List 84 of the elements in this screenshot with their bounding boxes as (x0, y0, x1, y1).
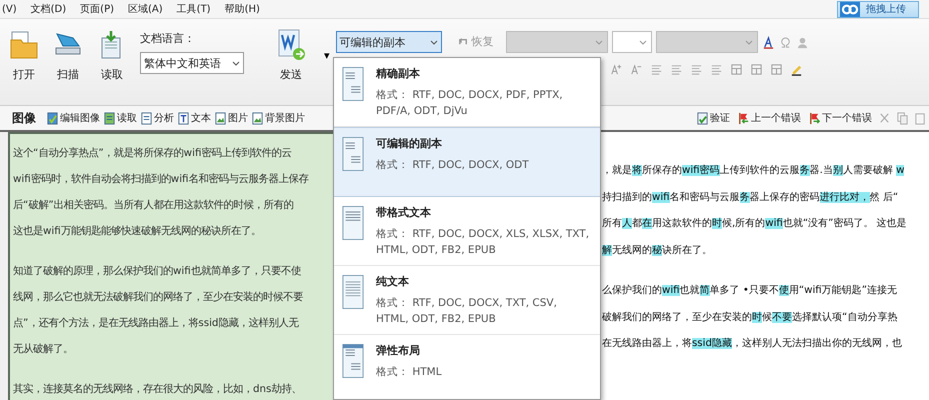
language-select[interactable]: 繁体中文和英语 (140, 52, 244, 74)
image-text-line: 后“破解”出相关密码。当所有人都在用这款软件的时候，所有的 (13, 198, 295, 213)
image-text-line: 点”，还有个方法，是在无线路由器上，将ssid隐藏，这样别人无 (13, 316, 300, 331)
person-icon[interactable] (796, 36, 809, 48)
image-text-line: 线网，那么它也就无法破解我们的网络了，至少在安装的时候不要 (13, 290, 304, 305)
send-button[interactable]: 发送 (266, 27, 316, 84)
format-menu-item[interactable]: 纯文本 格式： RTF, DOC, DOCX, TXT, CSV, HTML, ODT, FB2, EPUB (334, 266, 600, 335)
align-icon[interactable] (710, 63, 723, 76)
font-style-icon[interactable] (762, 36, 775, 48)
text-line: 所有人都在用这款软件的时候,所有的wifi也就“没有”密码了。 这也是 (602, 216, 908, 231)
menu-item[interactable]: 文档(D) (30, 2, 66, 16)
plain-document-icon (342, 274, 364, 310)
text-line: 解无线网的秘诀所在了。 (602, 244, 713, 258)
text-line: ，就是将所保存的wifi密码上传到软件的云服务器.当别人需要破解 w (602, 164, 906, 178)
undo-icon (458, 36, 469, 47)
text-line: 在无线路由器上，将ssid隐藏，这样别人无法扫描出你的无线网，也 (602, 336, 903, 351)
flag-left-icon (737, 112, 750, 124)
paste-icon[interactable] (914, 112, 927, 124)
menu-item[interactable]: 区域(A) (128, 2, 163, 16)
menu-item[interactable]: 工具(T) (176, 2, 211, 16)
image-text-line: 知道了破解的原理，那么保护我们的wifi也就简单多了，只要不使 (13, 264, 302, 279)
chevron-icon (638, 40, 647, 44)
pane-title: 图像 (12, 110, 36, 126)
upload-button[interactable]: 拖拽上传 (837, 0, 919, 18)
pencil-icon[interactable] (790, 63, 803, 76)
text-line: 持扫描到的wifi名和密码与云服务器上保存的密码进行比对，然 后“ (602, 190, 900, 204)
menu-item[interactable]: 帮助(H) (224, 2, 260, 16)
cut-icon[interactable] (878, 112, 891, 124)
text-line: 么保护我们的wifi也就简单多了 •只要不使用“wifi万能钥匙”连接无 (602, 284, 898, 298)
analyze-icon (140, 112, 153, 124)
chevron-icon (430, 40, 438, 44)
shrink-font-icon[interactable] (630, 63, 643, 76)
toolbar-button[interactable]: 验证 (695, 111, 731, 125)
copy-icon[interactable] (896, 112, 909, 124)
word-document-icon (276, 29, 306, 61)
read-icon (103, 112, 116, 124)
chevron-icon (744, 40, 753, 44)
edit-image-icon (46, 112, 59, 124)
toolbar-button[interactable]: 分析 (139, 111, 175, 125)
toolbar-button[interactable]: 扫描 (46, 27, 90, 84)
image-text-line: 其实，连接莫名的无线网络，存在很大的风险，比如，dns劫持、 (13, 382, 302, 397)
format-menu-item[interactable]: 可编辑的副本 格式： RTF, DOC, DOCX, ODT (334, 127, 600, 197)
layout-document-icon (342, 343, 364, 379)
save-format-select[interactable]: 可编辑的副本 (336, 31, 442, 53)
align-icon[interactable] (650, 63, 663, 76)
layout-document-icon (342, 205, 364, 241)
toolbar-button[interactable]: 背景图片 (250, 111, 306, 125)
check-document-icon (696, 112, 709, 124)
chevron-icon (232, 60, 240, 66)
image-text-line: 无从破解了。 (13, 342, 74, 357)
format-menu-item[interactable]: 带格式文本 格式： RTF, DOC, DOCX, XLS, XLSX, TXT, HTML, ODT, FB2, EPUB (334, 197, 600, 266)
send-menu-button[interactable]: ▾ (324, 49, 330, 62)
picture-frame-icon (214, 112, 227, 124)
menu-item[interactable]: (V) (2, 4, 17, 14)
layout-document-icon (342, 136, 364, 172)
image-text-line: 这也是wifi万能钥匙能够快速破解无线网的秘诀所在了。 (13, 224, 262, 239)
toolbar-button[interactable]: 文本 (176, 111, 212, 125)
font-select[interactable] (506, 31, 608, 53)
table-icon[interactable] (770, 63, 783, 76)
text-line: 破解我们的网络了，至少在安装的时候不要选择默认项“自动分享热 (602, 310, 898, 324)
language-label: 文档语言： (140, 31, 196, 46)
table-icon[interactable] (750, 63, 763, 76)
size-select[interactable] (612, 31, 652, 53)
toolbar-button[interactable]: 下一个错误 (807, 111, 873, 125)
toolbar-button[interactable]: 读取 (90, 27, 134, 84)
align-icon[interactable] (670, 63, 683, 76)
table-icon[interactable] (730, 63, 743, 76)
image-text-line: wifi密码时，软件自动会将扫描到的wifi名和密码与云服务器上保存 (13, 172, 310, 187)
toolbar-button[interactable]: 读取 (102, 111, 138, 125)
background-picture-icon (251, 112, 264, 124)
text-frame-icon (177, 112, 190, 124)
grow-font-icon[interactable] (610, 63, 623, 76)
folder-icon (9, 29, 39, 61)
layout-document-icon (342, 66, 364, 102)
toolbar-button[interactable]: 上一个错误 (736, 111, 802, 125)
image-text-line: 这个“自动分享热点”，就是将所保存的wifi密码上传到软件的云 (13, 146, 292, 161)
chevron-icon (594, 40, 603, 44)
flag-right-icon (808, 112, 821, 124)
toolbar-button[interactable]: 打开 (2, 27, 46, 84)
align-icon[interactable] (690, 63, 703, 76)
toolbar-button[interactable]: 图片 (213, 111, 249, 125)
format-menu-item[interactable]: 弹性布局 格式： HTML (334, 335, 600, 400)
toolbar-button[interactable]: 编辑图像 (45, 111, 101, 125)
menu-item[interactable]: 页面(P) (80, 2, 114, 16)
